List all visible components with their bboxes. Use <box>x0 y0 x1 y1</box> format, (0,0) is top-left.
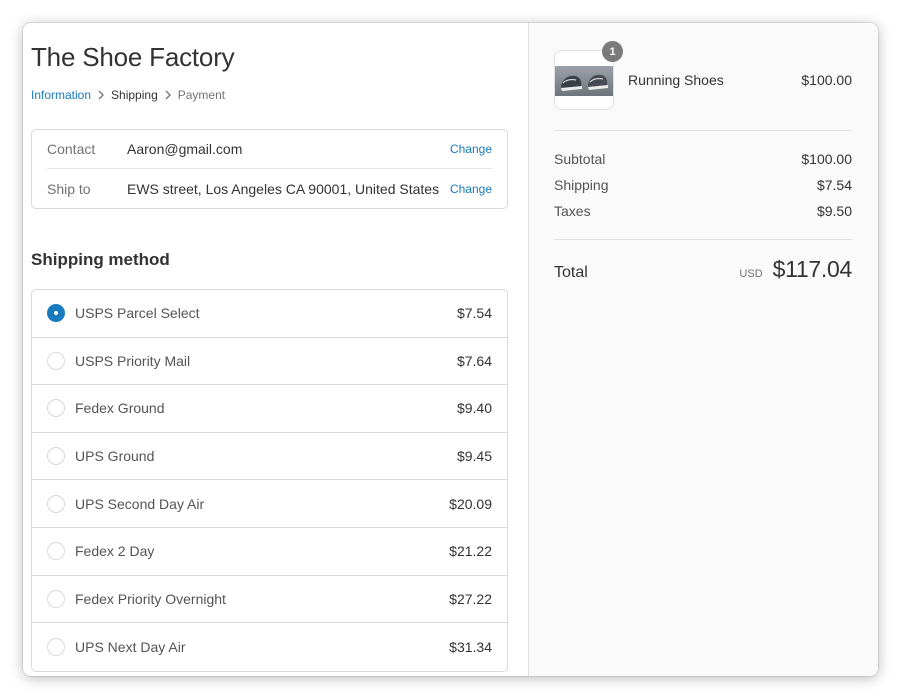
shipping-option-name: Fedex Ground <box>75 400 165 417</box>
breadcrumb-payment: Payment <box>177 88 226 102</box>
total-label: Total <box>554 264 588 281</box>
order-summary: 1 Running Shoes $100.00 Subtotal $100.00… <box>528 23 878 676</box>
shipping-option-price: $7.64 <box>456 352 492 369</box>
breadcrumb: Information Shipping Payment <box>31 88 225 102</box>
shipping-option-name: UPS Next Day Air <box>75 638 186 655</box>
taxes-label: Taxes <box>554 203 591 219</box>
shipping-option-usps-parcel-select[interactable]: USPS Parcel Select $7.54 <box>32 290 507 338</box>
contact-value: Aaron@gmail.com <box>127 141 243 157</box>
total-currency: USD <box>739 268 763 280</box>
review-block: Contact Aaron@gmail.com Change Ship to E… <box>31 129 508 209</box>
summary-divider <box>554 130 852 131</box>
shipping-method-title: Shipping method <box>31 250 170 269</box>
ship-to-label: Ship to <box>47 180 91 197</box>
checkout-main: The Shoe Factory Information Shipping Pa… <box>23 23 528 676</box>
shipping-option-ups-ground[interactable]: UPS Ground $9.45 <box>32 433 507 481</box>
review-contact-row: Contact Aaron@gmail.com Change <box>47 130 492 169</box>
shipping-option-usps-priority-mail[interactable]: USPS Priority Mail $7.64 <box>32 338 507 386</box>
subtotal-label: Subtotal <box>554 151 606 167</box>
breadcrumb-shipping: Shipping <box>111 88 158 102</box>
total-divider <box>554 239 852 240</box>
product-name: Running Shoes <box>628 72 724 88</box>
taxes-value: $9.50 <box>816 203 852 219</box>
chevron-right-icon <box>158 90 178 100</box>
shipping-option-name: Fedex 2 Day <box>75 543 155 560</box>
shipping-option-price: $27.22 <box>449 590 492 607</box>
shipping-option-name: UPS Ground <box>75 448 155 465</box>
shipping-option-price: $20.09 <box>449 495 492 512</box>
shipping-cost-row: Shipping $7.54 <box>554 177 852 193</box>
shipping-option-fedex-ground[interactable]: Fedex Ground $9.40 <box>32 385 507 433</box>
change-ship-to-link[interactable]: Change <box>450 182 492 196</box>
radio-button[interactable] <box>47 351 65 370</box>
shipping-option-name: USPS Priority Mail <box>75 352 191 369</box>
shipping-option-price: $21.22 <box>449 543 492 560</box>
review-ship-to-row: Ship to EWS street, Los Angeles CA 90001… <box>47 169 492 208</box>
total-row: Total USD $117.04 <box>554 256 852 283</box>
shipping-option-ups-next-day-air[interactable]: UPS Next Day Air $31.34 <box>32 623 507 671</box>
order-line-item: 1 Running Shoes $100.00 <box>554 41 852 110</box>
radio-button[interactable] <box>47 542 65 561</box>
subtotal-value: $100.00 <box>801 151 852 167</box>
breadcrumb-information[interactable]: Information <box>31 88 91 102</box>
subtotal-row: Subtotal $100.00 <box>554 151 852 167</box>
quantity-badge: 1 <box>602 41 623 62</box>
shipping-option-ups-second-day-air[interactable]: UPS Second Day Air $20.09 <box>32 480 507 528</box>
radio-button[interactable] <box>47 399 65 418</box>
total-amount: $117.04 <box>772 256 853 282</box>
radio-button[interactable] <box>47 304 65 323</box>
shipping-cost-label: Shipping <box>554 177 609 193</box>
ship-to-value: EWS street, Los Angeles CA 90001, United… <box>127 180 440 197</box>
shipping-option-name: UPS Second Day Air <box>75 495 205 512</box>
shipping-option-price: $9.40 <box>456 400 492 417</box>
shipping-method-list: USPS Parcel Select $7.54 USPS Priority M… <box>31 289 508 672</box>
change-contact-link[interactable]: Change <box>450 142 492 156</box>
running-shoes-image-icon <box>555 66 613 96</box>
taxes-row: Taxes $9.50 <box>554 203 852 219</box>
shipping-option-price: $9.45 <box>456 448 492 465</box>
shipping-option-name: Fedex Priority Overnight <box>75 590 226 607</box>
contact-label: Contact <box>47 141 96 157</box>
shipping-option-price: $7.54 <box>456 305 492 322</box>
chevron-right-icon <box>91 90 111 100</box>
shipping-option-name: USPS Parcel Select <box>75 305 200 322</box>
radio-button[interactable] <box>47 589 65 608</box>
product-thumbnail: 1 <box>554 41 623 110</box>
shipping-option-fedex-priority-overnight[interactable]: Fedex Priority Overnight $27.22 <box>32 576 507 624</box>
shipping-option-price: $31.34 <box>449 638 492 655</box>
store-title: The Shoe Factory <box>31 42 235 72</box>
radio-button[interactable] <box>47 494 65 513</box>
radio-button[interactable] <box>47 447 65 466</box>
checkout-window: The Shoe Factory Information Shipping Pa… <box>23 23 878 676</box>
product-price: $100.00 <box>801 72 852 88</box>
radio-button[interactable] <box>47 637 65 656</box>
shipping-option-fedex-2-day[interactable]: Fedex 2 Day $21.22 <box>32 528 507 576</box>
shipping-cost-value: $7.54 <box>816 177 852 193</box>
